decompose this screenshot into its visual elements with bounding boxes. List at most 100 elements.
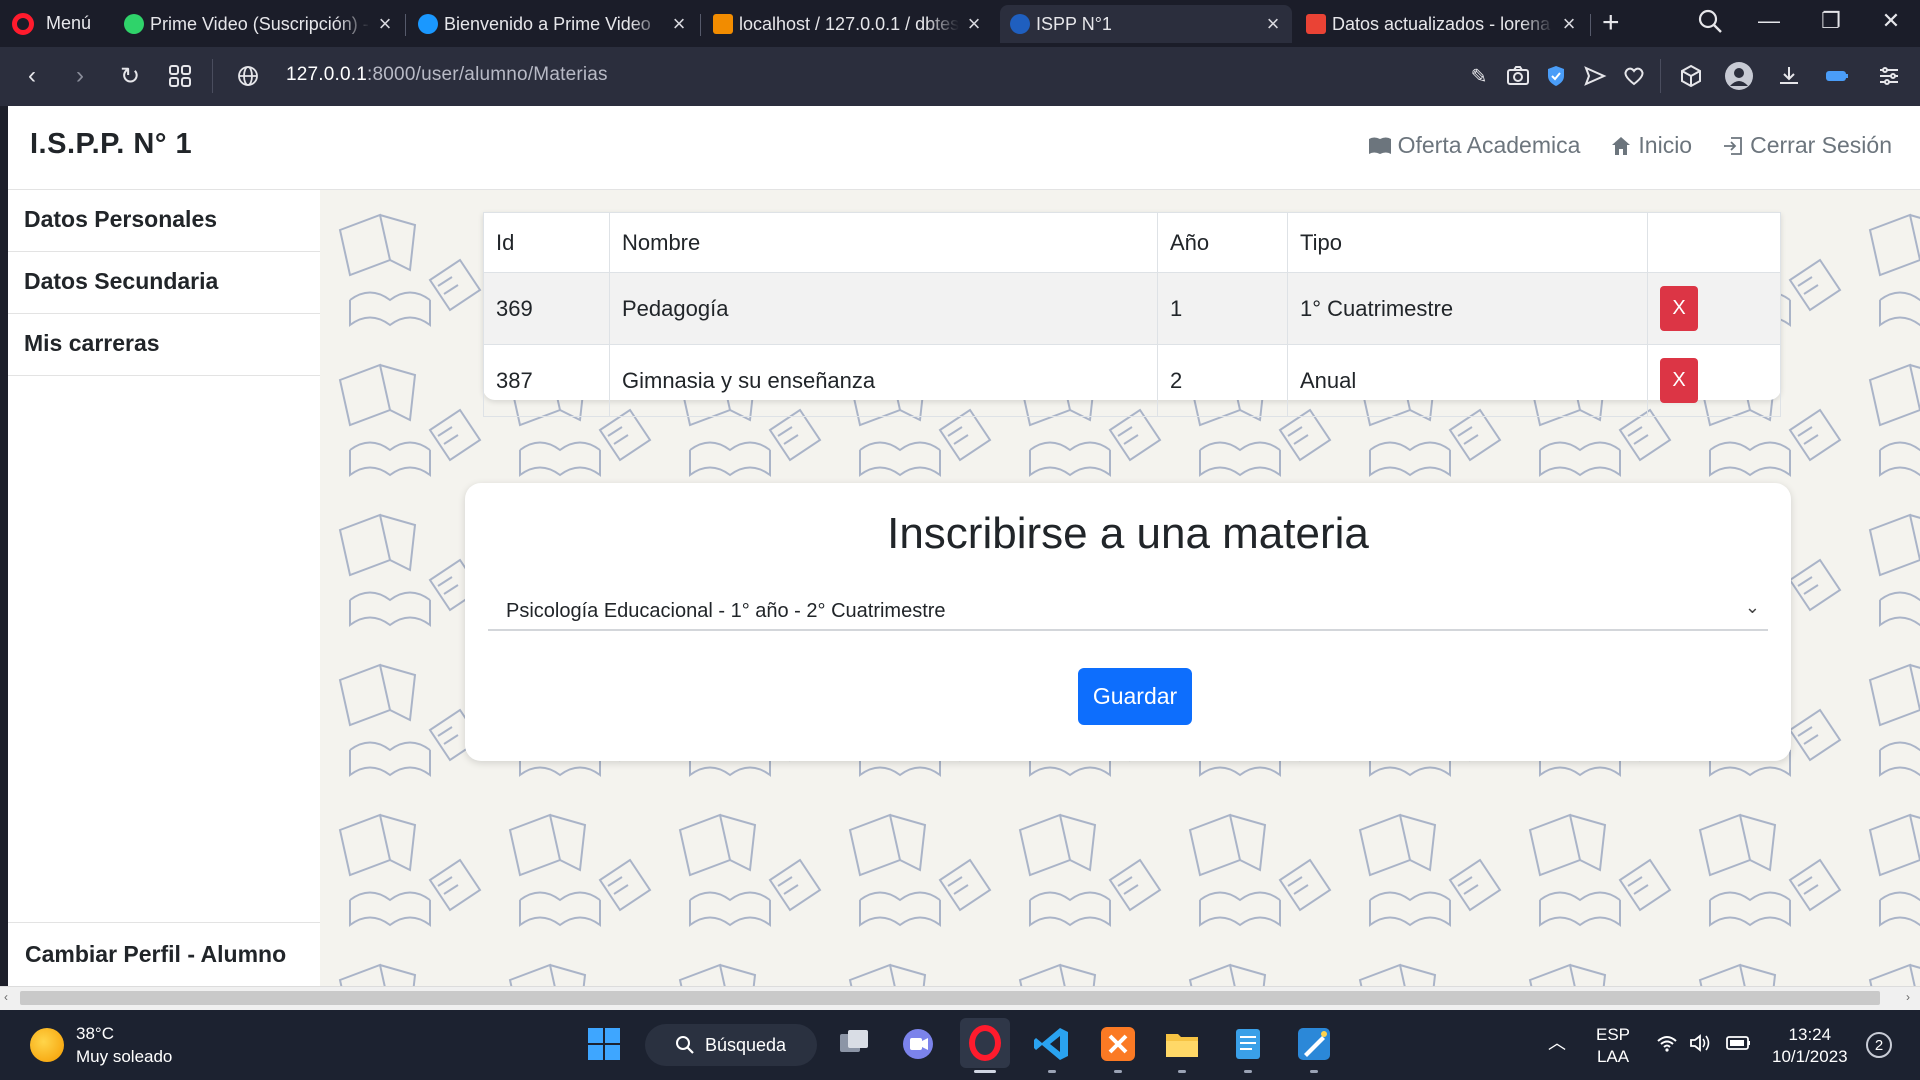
nav-oferta-academica[interactable]: Oferta Academica [1368, 132, 1580, 159]
book-icon [1368, 137, 1391, 154]
language-indicator[interactable]: ESP LAA [1596, 1024, 1630, 1068]
tab-search-icon[interactable] [1697, 8, 1723, 34]
task-view-icon[interactable] [834, 1024, 874, 1064]
table-row: 369 Pedagogía 1 1° Cuatrimestre X [483, 272, 1781, 345]
battery-icon[interactable] [1726, 1034, 1752, 1052]
tab-ispp-active[interactable]: ISPP N°1 × [1000, 5, 1292, 43]
tab-separator [405, 14, 406, 36]
running-app-indicator [1114, 1070, 1122, 1073]
minimize-icon[interactable]: — [1754, 8, 1784, 34]
extensions-cube-icon[interactable] [1678, 63, 1704, 89]
xampp-icon[interactable] [1098, 1024, 1138, 1064]
sidebar-item-datos-personales[interactable]: Datos Personales [8, 190, 320, 252]
weather-widget[interactable]: 38°C Muy soleado [30, 1022, 172, 1068]
delete-button[interactable]: X [1660, 358, 1698, 403]
site-header: I.S.P.P. N° 1 Oferta Academica Inicio Ce… [8, 106, 1920, 190]
snapshot-camera-icon[interactable] [1505, 63, 1531, 89]
address-divider [1660, 59, 1661, 93]
weather-description: Muy soleado [76, 1047, 173, 1066]
taskbar-search[interactable]: Búsqueda [645, 1024, 817, 1066]
close-icon[interactable]: × [376, 11, 394, 37]
close-icon[interactable]: × [1264, 11, 1282, 37]
nav-cerrar-sesion[interactable]: Cerrar Sesión [1722, 132, 1892, 159]
volume-icon[interactable] [1688, 1032, 1712, 1054]
phpmyadmin-icon [713, 14, 733, 34]
reload-icon[interactable]: ↻ [116, 62, 144, 90]
materia-select-value: Psicología Educacional - 1° año - 2° Cua… [506, 600, 946, 622]
profile-avatar-icon[interactable] [1724, 61, 1754, 91]
horizontal-scrollbar[interactable]: ‹ › [0, 986, 1920, 1010]
notification-badge[interactable]: 2 [1866, 1032, 1892, 1058]
tab-phpmyadmin[interactable]: localhost / 127.0.0.1 / dbtest × [703, 5, 993, 43]
opera-logo-icon [12, 12, 34, 35]
form-title: Inscribirse a una materia [887, 509, 1369, 558]
browser-menu-button[interactable]: Menú [12, 8, 91, 39]
url-input[interactable]: 127.0.0.1:8000/user/alumno/Materias [286, 64, 608, 86]
browser-address-bar: ‹ › ↻ 127.0.0.1:8000/user/alumno/Materia… [0, 47, 1920, 106]
forward-icon[interactable]: › [66, 62, 94, 90]
tab-prime-video-subscription[interactable]: Prime Video (Suscripción) - Prime Video … [114, 5, 404, 43]
site-brand[interactable]: I.S.P.P. N° 1 [30, 128, 192, 161]
opera-taskbar-icon[interactable] [960, 1018, 1010, 1068]
restore-icon[interactable]: ❐ [1816, 8, 1846, 34]
cell-anio: 1 [1157, 272, 1288, 345]
inscripcion-form-card: Inscribirse a una materia Psicología Edu… [465, 483, 1791, 761]
heart-icon[interactable] [1621, 63, 1647, 89]
cell-anio: 2 [1157, 344, 1288, 417]
browser-tab-strip: Menú Prime Video (Suscripción) - Prime V… [0, 0, 1920, 47]
materias-table-card: Id Nombre Año Tipo 369 Pedagogía 1 1° Cu… [483, 212, 1781, 417]
browser-menu-label: Menú [46, 13, 92, 33]
table-header-row: Id Nombre Año Tipo [483, 212, 1781, 273]
delete-button[interactable]: X [1660, 286, 1698, 331]
window-close-icon[interactable]: ✕ [1876, 8, 1906, 34]
sidebar-item-mis-carreras[interactable]: Mis carreras [8, 314, 320, 376]
clock-date: 10/1/2023 [1772, 1047, 1848, 1066]
wifi-icon[interactable] [1656, 1032, 1678, 1054]
main-content: Id Nombre Año Tipo 369 Pedagogía 1 1° Cu… [320, 190, 1920, 986]
adblock-shield-icon[interactable] [1543, 63, 1569, 89]
active-app-indicator [974, 1070, 996, 1073]
table-row: 387 Gimnasia y su enseñanza 2 Anual X [483, 344, 1781, 417]
teams-chat-icon[interactable] [898, 1024, 938, 1064]
weather-temperature: 38°C [76, 1024, 114, 1043]
scrollbar-thumb[interactable] [20, 991, 1880, 1005]
chevron-down-icon: ⌄ [1744, 597, 1760, 617]
tab-gmail[interactable]: Datos actualizados - lorena × [1296, 5, 1588, 43]
clock[interactable]: 13:24 10/1/2023 [1772, 1024, 1848, 1068]
site-info-globe-icon[interactable] [234, 62, 262, 90]
battery-saver-icon[interactable] [1824, 63, 1850, 89]
cell-actions: X [1647, 272, 1781, 345]
file-explorer-icon[interactable] [1162, 1024, 1202, 1064]
close-icon[interactable]: × [670, 11, 688, 37]
keyboard-layout: LAA [1596, 1047, 1630, 1066]
nav-inicio-label: Inicio [1638, 132, 1693, 158]
paint-icon[interactable] [1294, 1024, 1334, 1064]
vscode-icon[interactable] [1032, 1024, 1072, 1064]
download-icon[interactable] [1776, 63, 1802, 89]
close-icon[interactable]: × [1560, 11, 1578, 37]
windows-start-icon[interactable] [584, 1024, 624, 1064]
notepad-icon[interactable] [1228, 1024, 1268, 1064]
save-button[interactable]: Guardar [1078, 668, 1192, 725]
tab-separator [1590, 14, 1591, 36]
scroll-right-icon[interactable]: › [1906, 990, 1910, 1004]
col-header-tipo: Tipo [1287, 212, 1648, 273]
cell-id: 387 [483, 344, 610, 417]
windows-taskbar: 38°C Muy soleado Búsqueda ︿ ESP LAA 13:2… [0, 1010, 1920, 1080]
edit-page-icon[interactable]: ✎ [1466, 63, 1492, 89]
materia-select[interactable]: Psicología Educacional - 1° año - 2° Cua… [488, 593, 1768, 631]
col-header-id: Id [483, 212, 610, 273]
sidebar-cambiar-perfil[interactable]: Cambiar Perfil - Alumno [8, 922, 320, 986]
scroll-left-icon[interactable]: ‹ [4, 990, 8, 1004]
send-icon[interactable] [1582, 63, 1608, 89]
close-icon[interactable]: × [965, 11, 983, 37]
prime-video-icon [418, 14, 438, 34]
tabs-overview-icon[interactable] [166, 62, 194, 90]
easy-setup-icon[interactable] [1876, 63, 1902, 89]
new-tab-button[interactable]: + [1602, 6, 1620, 40]
tab-bienvenido-prime-video[interactable]: Bienvenido a Prime Video × [408, 5, 698, 43]
tray-overflow-chevron-icon[interactable]: ︿ [1548, 1032, 1566, 1054]
back-icon[interactable]: ‹ [18, 62, 46, 90]
nav-inicio[interactable]: Inicio [1610, 132, 1692, 159]
sidebar-item-datos-secundaria[interactable]: Datos Secundaria [8, 252, 320, 314]
